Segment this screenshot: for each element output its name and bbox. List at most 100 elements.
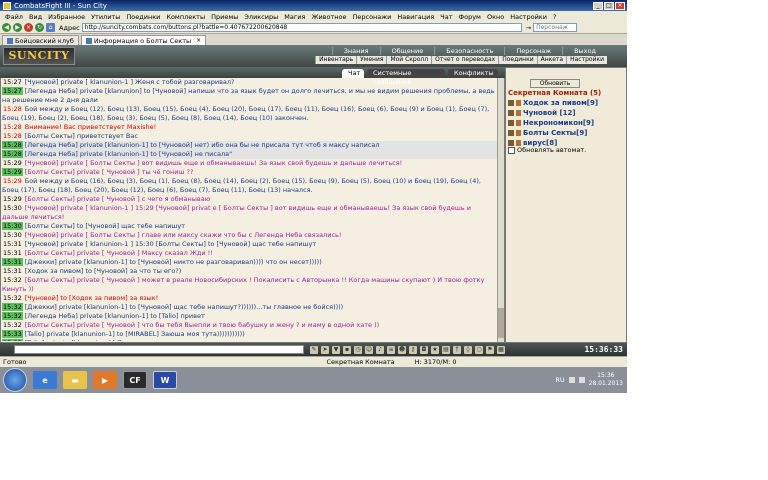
menu-magic[interactable]: Магия	[281, 13, 308, 21]
user-icon[interactable]: ☻	[398, 345, 406, 354]
key-icon[interactable]: ⚷	[409, 345, 417, 354]
stop-icon[interactable]: ×	[24, 23, 33, 32]
combatsfight-icon[interactable]: CF	[123, 371, 147, 389]
auto-refresh-checkbox[interactable]	[508, 146, 515, 154]
media-player-icon[interactable]: ▶	[93, 371, 117, 389]
filter-icon[interactable]: ▼	[332, 345, 340, 354]
nav-security[interactable]: Безопасность	[434, 47, 504, 55]
message-timestamp[interactable]: 15:29	[2, 195, 23, 203]
character-search-input[interactable]	[533, 23, 578, 32]
start-button[interactable]	[3, 368, 27, 392]
bag-icon[interactable]: ◘	[420, 345, 428, 354]
message-timestamp[interactable]: 15:31	[2, 249, 23, 257]
chat-message-input[interactable]	[14, 345, 304, 354]
send-icon[interactable]: ➤	[321, 345, 329, 354]
nav-fights[interactable]: Поединки	[498, 56, 536, 64]
menu-elixirs[interactable]: Эликсиры	[241, 13, 281, 21]
room-user[interactable]: Чуновой [12]	[508, 108, 625, 118]
message-timestamp[interactable]: 15:27	[2, 87, 23, 95]
tab-info[interactable]: Информация о Болты Секты ×	[80, 35, 207, 46]
sword-icon[interactable]: †	[453, 345, 461, 354]
volume-icon[interactable]	[578, 377, 585, 383]
room-user[interactable]: Болты Секты[9]	[508, 128, 625, 138]
room-user[interactable]: Ходок за пивом[9]	[508, 98, 625, 108]
menu-settings[interactable]: Настройки	[507, 13, 550, 21]
smile-icon[interactable]: ☺	[365, 345, 373, 354]
tab-conflicts[interactable]: Конфликты	[448, 69, 498, 78]
message-timestamp[interactable]: 15:32	[2, 294, 23, 302]
clear-icon[interactable]: ✎	[310, 345, 318, 354]
tray-clock[interactable]: 15:36 28.01.2013	[589, 372, 623, 388]
network-icon[interactable]	[568, 377, 575, 383]
message-timestamp[interactable]: 15:33	[2, 339, 23, 341]
message-timestamp[interactable]: 15:32	[2, 321, 23, 329]
message-timestamp[interactable]: 15:31	[2, 267, 23, 275]
message-timestamp[interactable]: 15:30	[2, 204, 23, 212]
message-timestamp[interactable]: 15:28	[2, 105, 23, 113]
message-timestamp[interactable]: 15:32	[2, 312, 23, 320]
message-timestamp[interactable]: 15:28	[2, 123, 23, 131]
nav-knowledge[interactable]: Знания	[331, 47, 380, 55]
chat-scrollbar[interactable]	[497, 78, 504, 342]
forward-icon[interactable]: ▶	[13, 23, 22, 32]
menu-file[interactable]: Файл	[2, 13, 26, 21]
nav-inventory[interactable]: Инвентарь	[315, 56, 356, 64]
message-timestamp[interactable]: 15:29	[2, 177, 23, 185]
flag-icon[interactable]: ⚑	[486, 345, 494, 354]
menu-navigation[interactable]: Навигация	[394, 13, 437, 21]
nav-character[interactable]: Персонаж	[504, 47, 562, 55]
refresh-room-button[interactable]: Обновить	[530, 79, 580, 88]
menu-sets[interactable]: Комплекты	[163, 13, 208, 21]
potion-icon[interactable]: ○	[475, 345, 483, 354]
nav-scroll[interactable]: Мой Скролл	[386, 56, 431, 64]
book-icon[interactable]: ▤	[442, 345, 450, 354]
word-icon[interactable]: W	[153, 371, 177, 389]
message-timestamp[interactable]: 15:30	[2, 222, 23, 230]
map-icon[interactable]: ▦	[497, 345, 505, 354]
scroll-icon[interactable]: ≡	[387, 345, 395, 354]
tab-chat[interactable]: Чат	[342, 69, 364, 78]
message-timestamp[interactable]: 15:31	[2, 240, 23, 248]
nav-settings[interactable]: Настройки	[566, 56, 607, 64]
message-timestamp[interactable]: 15:28	[2, 150, 23, 158]
menu-favorites[interactable]: Избранное	[45, 13, 88, 21]
menu-view[interactable]: Вид	[26, 13, 45, 21]
menu-characters[interactable]: Персонажи	[349, 13, 394, 21]
message-timestamp[interactable]: 15:29	[2, 159, 23, 167]
menu-utilities[interactable]: Утилиты	[88, 13, 123, 21]
back-icon[interactable]: ◀	[2, 23, 11, 32]
star-icon[interactable]: ★	[431, 345, 439, 354]
menu-techniques[interactable]: Приемы	[208, 13, 241, 21]
clock-icon[interactable]: ◷	[354, 345, 362, 354]
tab-fight-club[interactable]: Бойцовский клуб	[2, 35, 79, 45]
nav-exit[interactable]: Выход	[562, 47, 607, 55]
message-timestamp[interactable]: 15:29	[2, 168, 23, 176]
message-timestamp[interactable]: 15:27	[2, 78, 23, 86]
message-timestamp[interactable]: 15:32	[2, 276, 23, 284]
menu-help[interactable]: ?	[550, 13, 559, 21]
tab-close-icon[interactable]: ×	[196, 36, 201, 46]
menu-chat[interactable]: Чат	[437, 13, 455, 21]
message-timestamp[interactable]: 15:33	[2, 330, 23, 338]
menu-pet[interactable]: Животное	[308, 13, 349, 21]
nav-skills[interactable]: Умения	[356, 56, 386, 64]
scroll-thumb[interactable]	[498, 308, 504, 338]
shield-icon[interactable]: ◊	[464, 345, 472, 354]
menu-window[interactable]: Окно	[484, 13, 507, 21]
message-timestamp[interactable]: 15:31	[2, 258, 23, 266]
message-timestamp[interactable]: 15:32	[2, 303, 23, 311]
address-input[interactable]	[81, 23, 522, 32]
folder-icon[interactable]: ▬	[63, 371, 87, 389]
menu-forum[interactable]: Форум	[456, 13, 484, 21]
nav-communication[interactable]: Общение	[379, 47, 435, 55]
message-timestamp[interactable]: 15:30	[2, 231, 23, 239]
close-button[interactable]: ×	[615, 1, 625, 10]
maximize-button[interactable]: □	[604, 1, 614, 10]
room-user[interactable]: Некрономикон[9]	[508, 118, 625, 128]
language-indicator[interactable]: RU	[555, 376, 564, 384]
nav-profile[interactable]: Анкета	[536, 56, 567, 64]
home-icon[interactable]: ⌂	[46, 23, 55, 32]
minimize-button[interactable]: _	[593, 1, 603, 10]
internet-explorer-icon[interactable]: e	[33, 371, 57, 389]
auto-refresh-toggle[interactable]: Обновлять автомат.	[508, 146, 586, 154]
